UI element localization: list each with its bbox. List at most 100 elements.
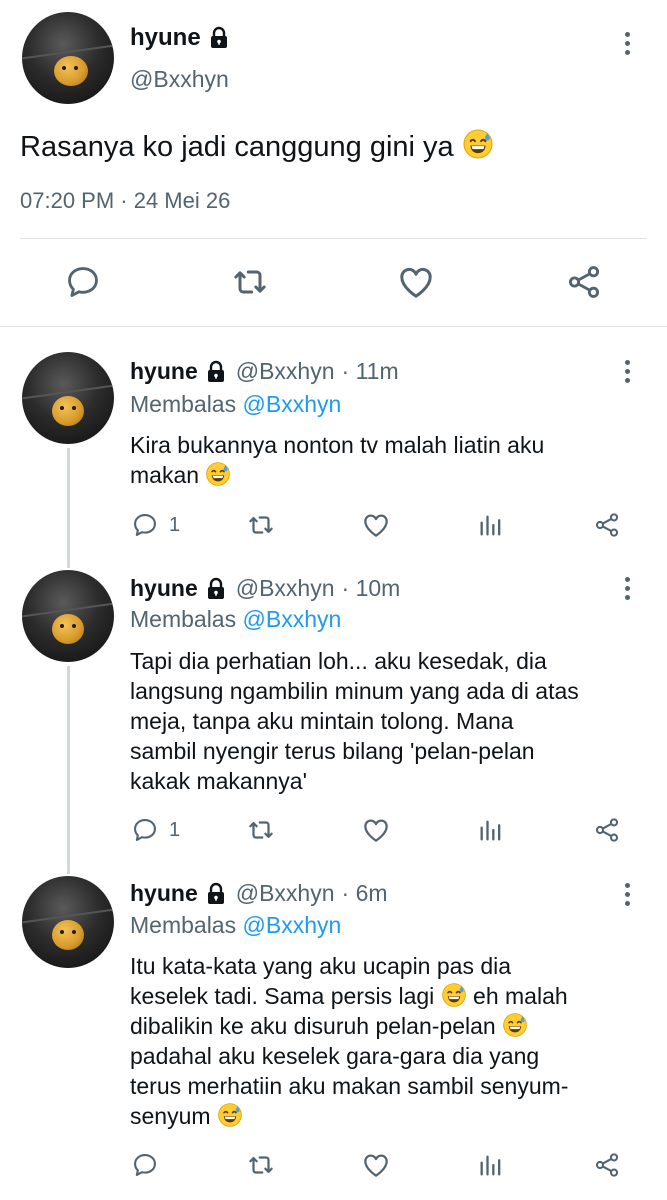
grinning-sweat-emoji-icon: [502, 1012, 528, 1038]
retweet-icon: [246, 1150, 276, 1180]
share-icon: [593, 511, 621, 539]
like-button[interactable]: [361, 1150, 391, 1180]
reply-author-name[interactable]: hyune: [130, 358, 198, 385]
tweet-timestamp[interactable]: 07:20 PM · 24 Mei 26: [20, 188, 230, 214]
share-icon: [565, 263, 603, 301]
like-button[interactable]: [396, 262, 436, 302]
reply-text-line: meja, tanpa aku mintain tolong. Mana: [130, 708, 514, 734]
reply-text-line: langsung ngambilin minum yang ada di ata…: [130, 678, 579, 704]
retweet-icon: [246, 510, 276, 540]
analytics-icon: [477, 816, 505, 844]
reply-text: Itu kata-kata yang aku ucapin pas dia ke…: [130, 951, 635, 1131]
like-icon: [361, 1150, 391, 1180]
thread-line: [67, 448, 70, 568]
reply-text-line: Kira bukannya nonton tv malah liatin aku: [130, 432, 545, 458]
reply-text-line: eh malah: [473, 983, 568, 1009]
reply-author-handle[interactable]: @Bxxhyn: [236, 575, 335, 602]
reply-author-name[interactable]: hyune: [130, 880, 198, 907]
reply-header: hyune @Bxxhyn · 10m: [130, 575, 400, 602]
replying-to-handle[interactable]: @Bxxhyn: [243, 912, 342, 938]
reply-text-line: Itu kata-kata yang aku ucapin pas dia: [130, 953, 512, 979]
reply-button[interactable]: [63, 262, 103, 302]
analytics-icon: [477, 1151, 505, 1179]
author-name-row[interactable]: hyune: [130, 24, 231, 52]
analytics-button[interactable]: [477, 510, 505, 540]
retweet-button[interactable]: [230, 262, 270, 302]
tweet-text-content: Rasanya ko jadi canggung gini ya: [20, 131, 454, 163]
reply-author-handle[interactable]: @Bxxhyn: [236, 880, 335, 907]
thread-line: [67, 666, 70, 874]
reply-button[interactable]: 1: [131, 510, 180, 540]
reply-header: hyune @Bxxhyn · 6m: [130, 880, 388, 907]
retweet-button[interactable]: [246, 815, 276, 845]
reply-author-name[interactable]: hyune: [130, 575, 198, 602]
more-options-icon[interactable]: [623, 883, 631, 906]
reply-text-line: padahal aku keselek gara-gara dia yang: [130, 1043, 540, 1069]
reply-header: hyune @Bxxhyn · 11m: [130, 358, 399, 385]
reply-avatar[interactable]: [22, 876, 114, 968]
reply-button[interactable]: [131, 1150, 169, 1180]
reply-text-line: Tapi dia perhatian loh... aku kesedak, d…: [130, 648, 547, 674]
grinning-sweat-emoji-icon: [205, 461, 231, 487]
divider: [0, 326, 667, 327]
reply-time: · 11m: [341, 358, 399, 384]
reply-time: · 6m: [341, 880, 388, 906]
reply-button[interactable]: 1: [131, 815, 180, 845]
replying-to-label: Membalas: [130, 606, 237, 632]
reply-text: Tapi dia perhatian loh... aku kesedak, d…: [130, 646, 635, 796]
reply-avatar[interactable]: [22, 570, 114, 662]
like-icon: [361, 510, 391, 540]
like-icon: [361, 815, 391, 845]
lock-icon: [207, 26, 231, 50]
tweet-text: Rasanya ko jadi canggung gini ya: [20, 128, 494, 165]
author-name: hyune: [130, 24, 201, 51]
like-button[interactable]: [361, 510, 391, 540]
reply-icon: [131, 1151, 159, 1179]
replying-to-label: Membalas: [130, 391, 237, 417]
share-button[interactable]: [593, 1150, 621, 1180]
retweet-icon: [246, 815, 276, 845]
replying-to-handle[interactable]: @Bxxhyn: [243, 391, 342, 417]
reply-text-line: terus merhatiin aku makan sambil senyum-: [130, 1073, 569, 1099]
lock-icon: [204, 360, 228, 384]
reply-text-line: senyum: [130, 1103, 211, 1129]
like-button[interactable]: [361, 815, 391, 845]
reply-text-line: dibalikin ke aku disuruh pelan-pelan: [130, 1013, 496, 1039]
reply-text-line: sambil nyengir terus bilang 'pelan-pelan: [130, 738, 535, 764]
share-button[interactable]: [593, 510, 621, 540]
analytics-icon: [477, 511, 505, 539]
reply-text-line: makan: [130, 462, 200, 488]
retweet-button[interactable]: [246, 1150, 276, 1180]
share-button[interactable]: [593, 815, 621, 845]
more-options-icon[interactable]: [623, 577, 631, 600]
grinning-sweat-emoji-icon: [462, 128, 494, 160]
share-icon: [593, 1151, 621, 1179]
author-handle[interactable]: @Bxxhyn: [130, 66, 229, 93]
lock-icon: [204, 577, 228, 601]
analytics-button[interactable]: [477, 1150, 505, 1180]
retweet-icon: [230, 262, 270, 302]
grinning-sweat-emoji-icon: [441, 982, 467, 1008]
analytics-button[interactable]: [477, 815, 505, 845]
more-options-icon[interactable]: [623, 360, 631, 383]
retweet-button[interactable]: [246, 510, 276, 540]
reply-author-handle[interactable]: @Bxxhyn: [236, 358, 335, 385]
lock-icon: [204, 882, 228, 906]
reply-count: 1: [169, 513, 181, 536]
divider: [20, 238, 647, 239]
reply-time: · 10m: [341, 575, 401, 601]
reply-text-line: kakak makannya': [130, 768, 307, 794]
replying-to-label: Membalas: [130, 912, 237, 938]
replying-to: Membalas @Bxxhyn: [130, 912, 341, 939]
more-options-icon[interactable]: [623, 32, 631, 55]
reply-text: Kira bukannya nonton tv malah liatin aku…: [130, 430, 635, 490]
replying-to: Membalas @Bxxhyn: [130, 606, 341, 633]
author-avatar[interactable]: [22, 12, 114, 104]
reply-text-line: keselek tadi. Sama persis lagi: [130, 983, 435, 1009]
reply-avatar[interactable]: [22, 352, 114, 444]
replying-to-handle[interactable]: @Bxxhyn: [243, 606, 342, 632]
reply-icon: [131, 511, 159, 539]
share-button[interactable]: [564, 262, 604, 302]
reply-icon: [131, 816, 159, 844]
share-icon: [593, 816, 621, 844]
